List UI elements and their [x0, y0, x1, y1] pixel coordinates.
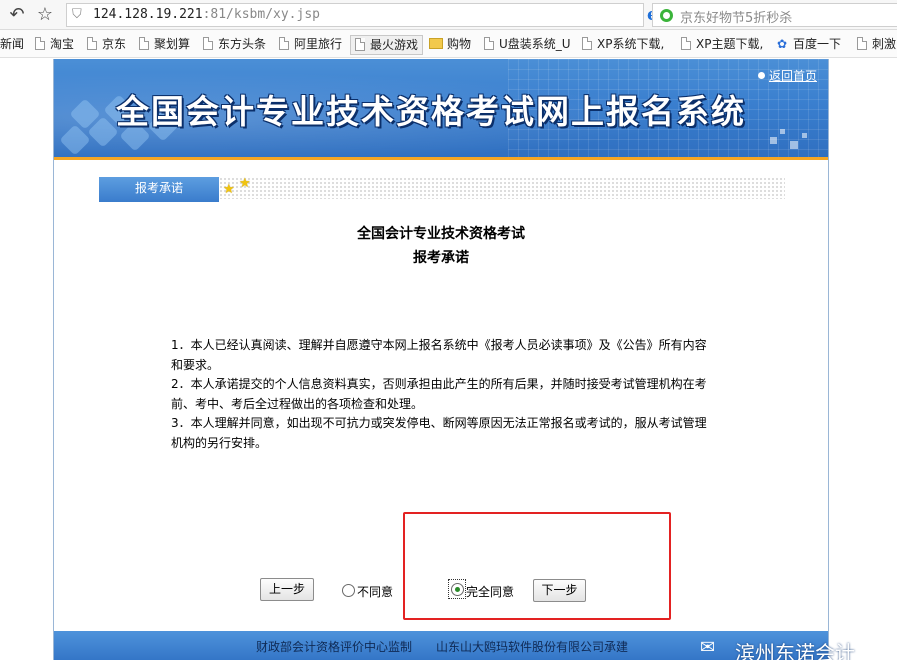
bookmark-item[interactable]: 阿里旅行: [279, 36, 342, 54]
bullet-icon: [758, 72, 765, 79]
url-text: 124.128.19.221:81/ksbm/xy.jsp: [93, 7, 320, 22]
page-container: 全国会计专业技术资格考试网上报名系统 返回首页 报考承诺 ★ ★ 全国会计专业技…: [53, 59, 829, 660]
document-title: 全国会计专业技术资格考试: [357, 226, 525, 242]
back-icon[interactable]: ↶: [6, 4, 28, 26]
favorite-star-icon[interactable]: ☆: [34, 4, 56, 26]
banner-accent-line: [54, 157, 828, 160]
agree-radio[interactable]: [451, 583, 464, 596]
term-item: 3．本人理解并同意，如出现不可抗力或突发停电、断网等原因无法正常报名或考试的，服…: [171, 416, 707, 450]
bookmark-item[interactable]: ✿ 百度一下: [777, 36, 841, 54]
bookmark-item[interactable]: XP主题下载,: [681, 36, 763, 54]
annotation-highlight-box: [403, 512, 671, 620]
page-icon: [139, 37, 149, 50]
header-banner: 全国会计专业技术资格考试网上报名系统 返回首页: [54, 59, 828, 157]
shield-icon: ⛉: [72, 7, 82, 22]
document-subtitle: 报考承诺: [413, 250, 469, 266]
page-icon: [35, 37, 45, 50]
browser-address-bar: ↶ ☆ ⛉ 124.128.19.221:81/ksbm/xy.jsp e ☆ …: [0, 0, 897, 30]
prev-step-button[interactable]: 上一步: [260, 578, 314, 601]
folder-icon: [429, 38, 443, 49]
wechat-icon: ✉: [700, 637, 716, 658]
bookmark-folder[interactable]: 购物: [429, 36, 471, 54]
url-input[interactable]: ⛉ 124.128.19.221:81/ksbm/xy.jsp e ☆ ▼: [66, 3, 701, 27]
bookmark-item[interactable]: 新闻: [0, 36, 24, 54]
term-item: 1．本人已经认真阅读、理解并自愿遵守本网上报名系统中《报考人员必读事项》及《公告…: [171, 338, 707, 372]
bookmark-item[interactable]: 东方头条: [203, 36, 266, 54]
disagree-radio[interactable]: [342, 584, 355, 597]
bookmark-item[interactable]: U盘装系统_U: [484, 36, 571, 54]
tab-commitment[interactable]: 报考承诺: [99, 177, 219, 202]
star-icon: ★: [223, 182, 235, 197]
bookmark-item[interactable]: XP系统下载,: [582, 36, 664, 54]
next-step-button[interactable]: 下一步: [533, 579, 586, 602]
search-input[interactable]: 京东好物节5折秒杀: [652, 3, 897, 27]
bookmark-item[interactable]: 刺激: [857, 36, 896, 54]
page-icon: [582, 37, 592, 50]
system-title: 全国会计专业技术资格考试网上报名系统: [116, 92, 746, 131]
tab-strip: 报考承诺 ★ ★: [99, 176, 785, 202]
page-icon: [857, 37, 867, 50]
return-home-link[interactable]: 返回首页: [758, 67, 817, 84]
term-item: 2．本人承诺提交的个人信息资料真实，否则承担由此产生的所有后果，并随时接受考试管…: [171, 377, 707, 411]
bookmarks-bar: 新闻 淘宝 京东 聚划算 东方头条 阿里旅行 最火游戏 购物 U盘装系统_U X…: [0, 30, 897, 58]
page-icon: [681, 37, 691, 50]
terms-text: 1．本人已经认真阅读、理解并自愿遵守本网上报名系统中《报考人员必读事项》及《公告…: [171, 336, 717, 453]
bookmark-item[interactable]: 最火游戏: [350, 35, 424, 55]
page-icon: [484, 37, 494, 50]
bookmark-item[interactable]: 京东: [87, 36, 126, 54]
bookmark-item[interactable]: 淘宝: [35, 36, 74, 54]
page-icon: [87, 37, 97, 50]
page-icon: [355, 38, 365, 51]
page-icon: [203, 37, 213, 50]
search-engine-icon: [660, 9, 673, 22]
star-icon: ★: [239, 176, 251, 191]
disagree-label: 不同意: [357, 585, 394, 599]
page-icon: [279, 37, 289, 50]
watermark-text: 滨州东诺会计: [735, 641, 855, 660]
agree-label: 完全同意: [466, 585, 515, 599]
bookmark-item[interactable]: 聚划算: [139, 36, 190, 54]
footer-undertaker: 山东山大鸥玛软件股份有限公司承建: [436, 640, 629, 654]
baidu-paw-icon: ✿: [777, 37, 788, 51]
search-placeholder: 京东好物节5折秒杀: [680, 11, 793, 26]
footer-supervisor: 财政部会计资格评价中心监制: [256, 640, 413, 654]
